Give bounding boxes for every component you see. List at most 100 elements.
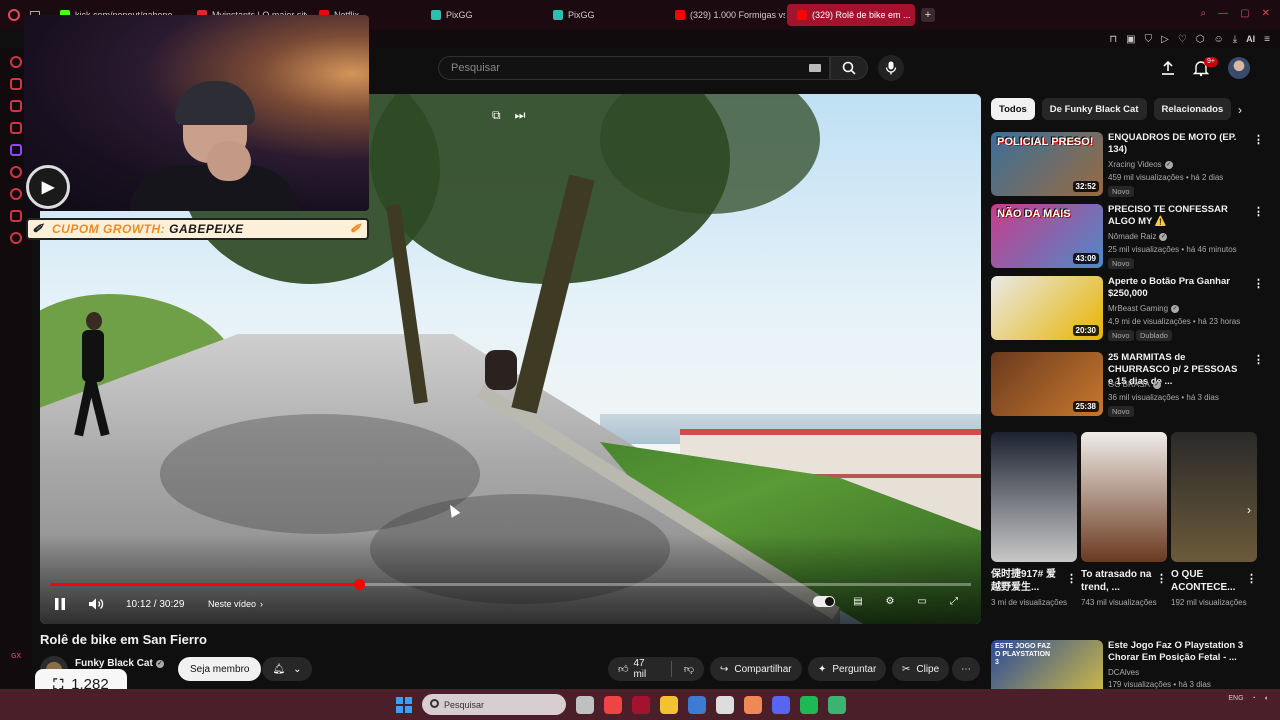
taskbar-app-icon[interactable]	[800, 696, 818, 714]
chevron-right-icon[interactable]: ›	[1238, 103, 1242, 117]
short-item[interactable]: 保时捷917# 爱越野爱生... 3 mi de visualizações ⋮	[991, 432, 1077, 608]
taskbar-app-icon[interactable]	[688, 696, 706, 714]
search-input[interactable]: Pesquisar	[438, 56, 830, 80]
gx-icon[interactable]: GX	[11, 653, 21, 660]
taskbar-app-icon[interactable]	[632, 696, 650, 714]
voice-search-button[interactable]	[878, 55, 904, 81]
autoplay-toggle[interactable]	[813, 595, 835, 607]
bookmark-icon[interactable]: ⊓	[1109, 34, 1117, 45]
browser-tab[interactable]: (329) 1.000 Formigas vs. ...	[665, 4, 785, 26]
account-avatar[interactable]	[1228, 57, 1250, 79]
settings-icon[interactable]	[10, 232, 22, 244]
list-item[interactable]: 20:30 Aperte o Botão Pra Ganhar $250,000 M…	[991, 276, 1264, 342]
snapshot-icon[interactable]: ▣	[1126, 34, 1135, 45]
browser-tab[interactable]: PixGG	[543, 4, 663, 26]
clip-button[interactable]: ✂ Clipe	[892, 657, 950, 681]
rec-channel[interactable]: GG BRASA ✓	[1108, 380, 1161, 389]
profile-icon[interactable]: ☺	[1214, 34, 1224, 45]
filter-chip[interactable]: Relacionados	[1153, 98, 1232, 120]
join-button[interactable]: Seja membro	[178, 657, 262, 681]
maximize-icon[interactable]: ▢	[1240, 8, 1249, 19]
like-button[interactable]: 👍︎ 47 mil	[618, 658, 659, 680]
channel-name[interactable]: Funky Black Cat ✓	[75, 658, 164, 669]
bell-icon: 🔔︎	[272, 663, 286, 675]
browser-tab[interactable]: (329) Rolê de bike em ...	[787, 4, 915, 26]
new-tab-button[interactable]: +	[921, 8, 935, 22]
opera-logo-icon[interactable]	[8, 9, 20, 21]
ai-button[interactable]: AI	[1246, 34, 1255, 44]
ask-button[interactable]: ✦ Perguntar	[808, 657, 887, 681]
short-item[interactable]: To atrasado na trend, ... 743 mil visuali…	[1081, 432, 1167, 608]
subtitles-icon[interactable]: ▤	[849, 594, 867, 608]
dislike-button[interactable]: 👎︎	[684, 663, 694, 675]
search-button[interactable]	[830, 56, 868, 80]
workspace-icon[interactable]	[10, 78, 22, 90]
short-item[interactable]: O QUE ACONTECE... 192 mil visualizações ⋮	[1171, 432, 1257, 608]
tray-language[interactable]: ENG	[1228, 695, 1243, 702]
subscribe-bell-button[interactable]: 🔔︎ ⌄	[262, 657, 312, 681]
more-options-icon[interactable]: ⋮	[1253, 134, 1264, 146]
more-options-icon[interactable]: ⋮	[1156, 572, 1167, 585]
more-actions-button[interactable]: ⋯	[952, 657, 980, 681]
more-options-icon[interactable]: ⋮	[1253, 354, 1264, 366]
windows-taskbar: Pesquisar ENG ◔ ◖	[0, 689, 1280, 720]
instagram-icon[interactable]	[10, 122, 22, 134]
time-display: 10:12 / 30:29	[126, 598, 185, 610]
windows-start-icon[interactable]	[396, 697, 412, 713]
menu-icon[interactable]: ≡	[1264, 34, 1270, 45]
download-icon[interactable]: ⤓	[1233, 34, 1237, 45]
more-options-icon[interactable]: ⋮	[1253, 278, 1264, 290]
chapter-button[interactable]: Neste vídeo ›	[208, 594, 263, 614]
list-item[interactable]: NÃO DA MAIS 43:09 PRECISO TE CONFESSAR ALG…	[991, 204, 1264, 270]
browser-tab[interactable]: PixGG	[421, 4, 541, 26]
tab-label: PixGG	[568, 10, 595, 20]
list-item[interactable]: 25:38 25 MARMITAS de CHURRASCO p/ 2 PESSO…	[991, 352, 1264, 418]
taskbar-app-icon[interactable]	[576, 696, 594, 714]
share-button[interactable]: ↪ Compartilhar	[710, 657, 802, 681]
filter-chip[interactable]: De Funky Black Cat	[1041, 98, 1147, 120]
skip-icon[interactable]: ⏭	[515, 108, 526, 123]
more-options-icon[interactable]: ⋮	[1253, 206, 1264, 218]
progress-scrubber[interactable]	[353, 579, 365, 590]
aria-icon[interactable]	[10, 56, 22, 68]
play-extension-icon[interactable]: ▷	[1161, 34, 1169, 45]
theater-mode-icon[interactable]: ▭	[913, 594, 931, 608]
search-tabs-icon[interactable]: ⌕	[1201, 8, 1207, 19]
video-frame-runner	[74, 312, 110, 440]
filter-chip[interactable]: Todos	[991, 98, 1035, 120]
shield-icon[interactable]: ⛉	[1145, 34, 1153, 45]
messenger-icon[interactable]	[10, 100, 22, 112]
settings-gear-icon[interactable]: ⚙	[881, 594, 899, 608]
twitch-icon[interactable]	[10, 144, 22, 156]
wifi-icon[interactable]: ◔	[1252, 695, 1256, 702]
taskbar-search-input[interactable]: Pesquisar	[422, 694, 566, 715]
keyboard-icon[interactable]	[809, 64, 821, 72]
rec-channel[interactable]: MrBeast Gaming ✓	[1108, 304, 1180, 313]
history-icon[interactable]	[10, 188, 22, 200]
list-item[interactable]: POLICIAL PRESO! 32:52 ENQUADROS DE MOTO (E…	[991, 132, 1264, 198]
close-icon[interactable]: ✕	[1262, 8, 1270, 19]
heart-icon[interactable]: ♡	[1178, 34, 1187, 45]
taskbar-app-icon[interactable]	[716, 696, 734, 714]
extensions-icon[interactable]: ⬡	[1196, 34, 1205, 45]
fullscreen-icon[interactable]: ⤢	[945, 594, 963, 608]
more-options-icon[interactable]: ⋮	[1246, 572, 1257, 585]
taskbar-app-icon[interactable]	[660, 696, 678, 714]
volume-button[interactable]	[88, 594, 106, 614]
shorts-next-icon[interactable]: ›	[1247, 503, 1251, 517]
pause-button[interactable]	[54, 594, 70, 614]
more-options-icon[interactable]: ⋮	[1066, 572, 1077, 585]
taskbar-app-icon[interactable]	[828, 696, 846, 714]
progress-bar[interactable]	[50, 579, 971, 590]
miniplayer-icon[interactable]: ⧉	[492, 108, 501, 123]
taskbar-app-icon[interactable]	[604, 696, 622, 714]
rec-channel[interactable]: Nômade Raiz ✓	[1108, 232, 1168, 241]
pinboard-icon[interactable]	[10, 210, 22, 222]
taskbar-app-icon[interactable]	[744, 696, 762, 714]
player-icon[interactable]	[10, 166, 22, 178]
volume-tray-icon[interactable]: ◖	[1264, 695, 1268, 702]
rec-channel[interactable]: Xracing Videos ✓	[1108, 160, 1173, 169]
taskbar-app-icon[interactable]	[772, 696, 790, 714]
upload-icon[interactable]	[1160, 60, 1176, 76]
minimize-icon[interactable]: —	[1218, 8, 1228, 19]
